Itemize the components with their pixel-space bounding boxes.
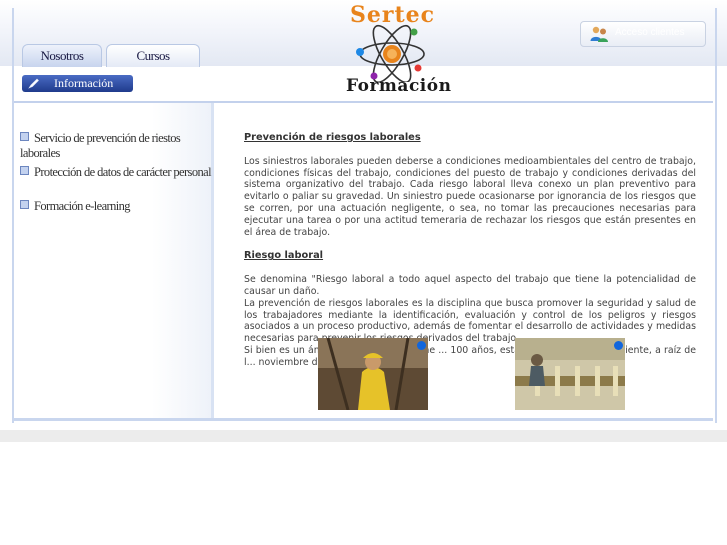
tab-cursos[interactable]: Cursos xyxy=(106,44,200,67)
info-section-bar[interactable]: Información xyxy=(22,75,133,92)
section-heading-prevencion: Prevención de riesgos laborales xyxy=(244,132,421,143)
client-access-button[interactable]: Acceso clientes xyxy=(580,21,706,47)
tab-nosotros[interactable]: Nosotros xyxy=(22,44,102,67)
bullet-icon xyxy=(20,166,29,175)
sidebar-item-prevencion[interactable]: Servicio de prevención de riestos labora… xyxy=(20,131,211,161)
sidebar: Servicio de prevención de riestos labora… xyxy=(14,103,214,421)
brand-logo[interactable]: Sertec Formación xyxy=(340,2,451,100)
users-icon xyxy=(590,26,608,42)
sidebar-item-label: Servicio de prevención de riestos labora… xyxy=(20,131,181,160)
slideshow-dot-icon[interactable] xyxy=(417,341,426,350)
paragraph-siniestros: Los siniestros laborales pueden deberse … xyxy=(244,155,696,238)
sidebar-item-proteccion-datos[interactable]: Protección de datos de carácter personal xyxy=(20,165,212,180)
sidebar-item-label: Protección de datos de carácter personal xyxy=(34,165,212,179)
section-heading-riesgo: Riesgo laboral xyxy=(244,250,324,262)
logo-text-bottom: Formación xyxy=(346,76,452,96)
client-access-label: Acceso clientes xyxy=(615,27,685,38)
info-section-label: Información xyxy=(54,76,114,90)
paragraph-disciplina: La prevención de riesgos laborales es la… xyxy=(244,297,696,345)
paragraph-historia: Si bien es un ámbito ... en España, tien… xyxy=(244,344,696,368)
sidebar-item-label: Formación e-learning xyxy=(34,199,131,213)
paragraph-definicion: Se denomina "Riesgo laboral a todo aquel… xyxy=(244,274,696,297)
slideshow-dot-icon[interactable] xyxy=(614,341,623,350)
bullet-icon xyxy=(20,132,29,141)
page-frame-bottom xyxy=(14,418,713,421)
sidebar-item-e-learning[interactable]: Formación e-learning xyxy=(20,199,131,214)
atom-icon xyxy=(356,24,425,82)
footer-bar xyxy=(0,430,727,442)
fisherman-photo xyxy=(318,338,428,410)
boat-photo xyxy=(515,338,625,410)
main-content: Prevención de riesgos laborales Los sini… xyxy=(244,132,696,369)
pencil-icon xyxy=(28,78,39,89)
bullet-icon xyxy=(20,200,29,209)
